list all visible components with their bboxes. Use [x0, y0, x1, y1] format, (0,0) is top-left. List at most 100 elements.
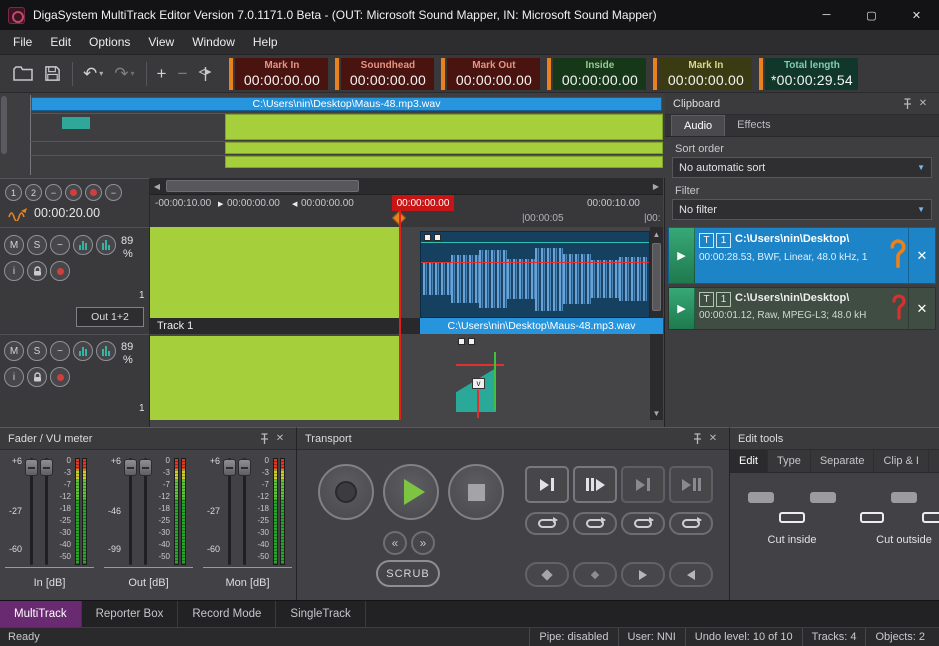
timeline-scrollbar[interactable]: ◀ ▶ [150, 178, 663, 194]
track-1-mute-button[interactable]: M [4, 235, 24, 255]
play-to-markout-button[interactable] [621, 466, 665, 503]
soundhead-position-display[interactable]: 00:00:00.00 [392, 195, 454, 212]
play-clip-button[interactable]: ▶ [669, 228, 695, 283]
track-1-name-bar[interactable]: Track 1 [150, 318, 420, 334]
track-2-audio-clip[interactable] [150, 336, 400, 420]
track-2-meter2-button[interactable] [96, 341, 116, 361]
maximize-button[interactable]: ▢ [849, 0, 894, 30]
menu-edit[interactable]: Edit [41, 30, 80, 55]
overview-scrollbar[interactable] [1, 96, 7, 154]
rewind-button[interactable]: « [383, 531, 407, 555]
mini-marker-box[interactable]: v [472, 378, 485, 389]
clip-handle[interactable] [434, 234, 441, 241]
clip-gain-line[interactable] [421, 262, 649, 263]
record-mode-button[interactable] [85, 184, 102, 201]
track-1-output-button[interactable]: Out 1+2 [76, 307, 144, 327]
menu-view[interactable]: View [139, 30, 183, 55]
fader-handle[interactable] [40, 459, 53, 476]
track-2-info-button[interactable]: i [4, 367, 24, 387]
track-1-audio-clip[interactable] [150, 227, 400, 318]
track-1-record-button[interactable] [50, 261, 70, 281]
next-marker-button[interactable] [621, 562, 665, 587]
clipboard-item[interactable]: ▶ T 1 C:\Users\nin\Desktop\ 00:00:01.12,… [668, 287, 936, 330]
close-panel-button[interactable]: ✕ [272, 431, 288, 447]
scroll-right-button[interactable]: ▶ [649, 178, 663, 194]
add-button[interactable]: + [154, 60, 170, 88]
scrub-button[interactable]: SCRUB [376, 560, 440, 587]
remove-marker-button[interactable]: − [45, 184, 62, 201]
mark-in-flag-icon[interactable]: ▶ [218, 200, 223, 208]
track-2-lock-button[interactable] [27, 367, 47, 387]
scroll-up-button[interactable]: ▲ [650, 227, 663, 241]
tab-reporter-box[interactable]: Reporter Box [82, 601, 179, 627]
tab-effects[interactable]: Effects [725, 115, 782, 136]
track-1-meter-button[interactable] [73, 235, 93, 255]
filter-dropdown[interactable]: No filter ▼ [672, 199, 932, 220]
goto-marker-button[interactable] [573, 562, 617, 587]
track-1-waveform-clip[interactable] [420, 231, 650, 318]
fader-handle[interactable] [25, 459, 38, 476]
loop-button[interactable] [669, 512, 713, 535]
loop-button[interactable] [621, 512, 665, 535]
overview-clip-teal[interactable] [62, 117, 90, 129]
fader-slider[interactable] [24, 456, 39, 567]
clip-fade-line[interactable] [421, 242, 649, 243]
track-1-info-button[interactable]: i [4, 261, 24, 281]
clip-handle[interactable] [424, 234, 431, 241]
play-selection-button[interactable] [573, 466, 617, 503]
fader-handle[interactable] [139, 459, 152, 476]
timeline-scroll-thumb[interactable] [166, 180, 359, 192]
fader-slider[interactable] [123, 456, 138, 567]
track-2-mute-button[interactable]: M [4, 341, 24, 361]
track-1-lock-button[interactable] [27, 261, 47, 281]
fader-handle[interactable] [223, 459, 236, 476]
fader-slider[interactable] [222, 456, 237, 567]
play-around-button[interactable] [669, 466, 713, 503]
mark-out-flag-icon[interactable]: ◀ [292, 200, 297, 208]
marker-button[interactable] [195, 60, 216, 88]
cut-inside-button[interactable]: Cut inside [740, 486, 844, 546]
minimize-button[interactable]: ─ [804, 0, 849, 30]
undo-button[interactable]: ↶ ▾ [80, 60, 106, 88]
play-clip-button[interactable]: ▶ [669, 288, 695, 329]
prev-marker-button[interactable] [669, 562, 713, 587]
play-button[interactable] [383, 464, 439, 520]
tab-clip[interactable]: Clip & I [874, 450, 928, 472]
pin-button[interactable] [689, 431, 705, 447]
close-button[interactable]: ✕ [894, 0, 939, 30]
tab-separate[interactable]: Separate [811, 450, 875, 472]
menu-options[interactable]: Options [80, 30, 139, 55]
tab-multitrack[interactable]: MultiTrack [0, 601, 82, 627]
clip-handle[interactable] [458, 338, 465, 345]
add-marker-transport-button[interactable] [525, 562, 569, 587]
clip-handle[interactable] [468, 338, 475, 345]
tab-record-mode[interactable]: Record Mode [178, 601, 276, 627]
remove-clip-button[interactable]: ✕ [908, 288, 935, 329]
remove-clip-button[interactable]: ✕ [908, 228, 935, 283]
menu-file[interactable]: File [4, 30, 41, 55]
fader-slider[interactable] [237, 456, 252, 567]
overview-clip-green[interactable] [225, 156, 663, 168]
track-1-solo-button[interactable]: S [27, 235, 47, 255]
save-button[interactable] [41, 60, 64, 88]
tab-type[interactable]: Type [768, 450, 811, 472]
select-track-1-button[interactable]: 1 [5, 184, 22, 201]
clipboard-item[interactable]: ▶ T 1 C:\Users\nin\Desktop\ 00:00:28.53,… [668, 227, 936, 284]
tab-edit[interactable]: Edit [730, 450, 768, 472]
sort-order-dropdown[interactable]: No automatic sort ▼ [672, 157, 932, 178]
track-2-meter-button[interactable] [73, 341, 93, 361]
overview-selected-clip[interactable]: C:\Users\nin\Desktop\Maus-48.mp3.wav [31, 97, 662, 111]
track-2-minimize-button[interactable]: − [50, 341, 70, 361]
overview-clip-green[interactable] [225, 114, 663, 140]
loop-button[interactable] [573, 512, 617, 535]
loop-button[interactable] [525, 512, 569, 535]
track-1-meter2-button[interactable] [96, 235, 116, 255]
tab-singletrack[interactable]: SingleTrack [276, 601, 365, 627]
select-track-2-button[interactable]: 2 [25, 184, 42, 201]
cut-outside-button[interactable]: Cut outside [852, 486, 939, 546]
stop-button[interactable] [448, 464, 504, 520]
marker-strip[interactable]: |00:00:05 |00: [150, 211, 663, 227]
pause-mode-button[interactable]: − [105, 184, 122, 201]
play-from-markin-button[interactable] [525, 466, 569, 503]
close-panel-button[interactable]: ✕ [705, 431, 721, 447]
